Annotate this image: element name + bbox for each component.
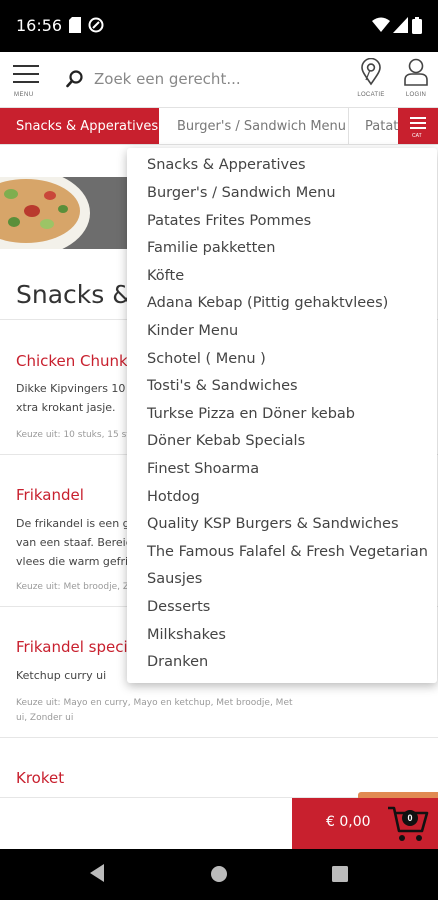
hamburger-icon-bar: [13, 81, 39, 83]
search-input[interactable]: [94, 67, 334, 91]
topping: [40, 219, 54, 229]
topping: [24, 205, 40, 217]
back-icon[interactable]: [88, 863, 106, 888]
location-button[interactable]: LOCATIE: [353, 57, 389, 98]
dropdown-item-kinder-menu[interactable]: Kinder Menu: [147, 319, 238, 343]
category-dropdown-menu: Snacks & Apperatives Burger's / Sandwich…: [127, 148, 437, 683]
dropdown-item-dranken[interactable]: Dranken: [147, 650, 208, 674]
dropdown-item-famous-falafel[interactable]: The Famous Falafel & Fresh Vegetarian: [147, 540, 428, 564]
login-button[interactable]: LOGIN: [398, 58, 434, 98]
menu-button[interactable]: MENU: [13, 65, 39, 98]
product-name-chicken-chunks[interactable]: Chicken Chunks: [16, 352, 136, 370]
dropdown-item-doner-kebab-specials[interactable]: Döner Kebab Specials: [147, 429, 305, 453]
product-name-frikandel[interactable]: Frikandel: [16, 486, 84, 504]
dropdown-item-patates-frites-pommes[interactable]: Patates Frites Pommes: [147, 209, 311, 233]
dropdown-item-snacks-apperatives[interactable]: Snacks & Apperatives: [147, 153, 306, 177]
wifi-icon: [372, 17, 390, 38]
divider: [0, 737, 438, 738]
product-options: Keuze uit: Mayo en curry, Mayo en ketchu…: [16, 698, 293, 723]
dropdown-item-quality-ksp-burgers[interactable]: Quality KSP Burgers & Sandwiches: [147, 512, 399, 536]
product-name-kroket[interactable]: Kroket: [16, 769, 64, 787]
cart-button[interactable]: € 0,00 0: [292, 798, 438, 849]
hamburger-icon-bar: [13, 73, 39, 75]
login-label: LOGIN: [405, 92, 427, 98]
topping: [8, 217, 20, 227]
status-bar: 16:56: [0, 0, 438, 52]
battery-icon: [412, 17, 422, 39]
tab-snacks-apperatives[interactable]: Snacks & Apperatives: [0, 108, 159, 144]
dropdown-item-adana-kebap[interactable]: Adana Kebap (Pittig gehaktvlees): [147, 291, 388, 315]
menu-label: MENU: [14, 92, 34, 98]
cart-total: € 0,00: [326, 814, 371, 830]
dropdown-item-burgers-sandwich-menu[interactable]: Burger's / Sandwich Menu: [147, 181, 336, 205]
dropdown-item-turkse-pizza-doner-kebab[interactable]: Turkse Pizza en Döner kebab: [147, 402, 355, 426]
cart-count-badge: 0: [402, 810, 418, 826]
system-navigation-bar: [0, 849, 438, 900]
category-tab-bar: Snacks & Apperatives Burger's / Sandwich…: [0, 107, 438, 145]
recents-icon[interactable]: [332, 866, 348, 887]
dropdown-item-familie-pakketten[interactable]: Familie pakketten: [147, 236, 275, 260]
topping: [44, 191, 56, 200]
tab-divider: [348, 108, 349, 144]
dropdown-item-schotel-menu[interactable]: Schotel ( Menu ): [147, 347, 266, 371]
status-time: 16:56: [16, 16, 63, 35]
dropdown-item-hotdog[interactable]: Hotdog: [147, 485, 200, 509]
sd-card-icon: [69, 17, 81, 38]
data-saver-icon: [88, 17, 104, 38]
dropdown-item-tostis-sandwiches[interactable]: Tosti's & Sandwiches: [147, 374, 298, 398]
home-icon[interactable]: [210, 865, 228, 888]
dropdown-item-sausjes[interactable]: Sausjes: [147, 567, 202, 591]
app-header: MENU LOCATIE LOGIN: [0, 52, 438, 106]
topping: [58, 205, 68, 213]
hamburger-icon-bar: [13, 65, 39, 67]
dropdown-item-kofte[interactable]: Köfte: [147, 264, 184, 288]
list-icon-bar: [410, 122, 426, 124]
user-icon: [403, 58, 429, 90]
category-label: CAT: [412, 133, 422, 139]
topping: [4, 189, 18, 199]
dropdown-item-desserts[interactable]: Desserts: [147, 595, 210, 619]
location-label: LOCATIE: [357, 92, 385, 98]
dropdown-item-finest-shoarma[interactable]: Finest Shoarma: [147, 457, 259, 481]
category-menu-button[interactable]: CAT: [398, 108, 438, 144]
tab-burgers-sandwich-menu[interactable]: Burger's / Sandwich Menu: [177, 108, 346, 144]
dropdown-item-milkshakes[interactable]: Milkshakes: [147, 623, 226, 647]
location-pin-icon: [359, 57, 383, 90]
signal-icon: [393, 17, 408, 38]
list-icon-bar: [410, 127, 426, 129]
product-description: Ketchup curry ui: [16, 669, 107, 682]
search-icon[interactable]: [66, 70, 84, 93]
category-hero-image: [0, 177, 130, 249]
list-icon-bar: [410, 117, 426, 119]
